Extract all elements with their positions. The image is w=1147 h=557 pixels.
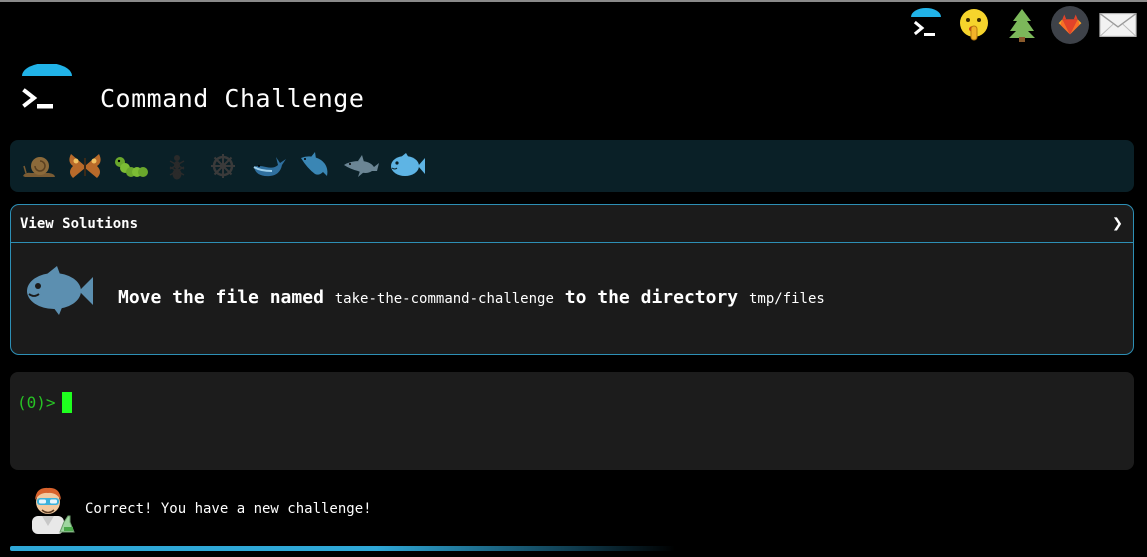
tree-icon[interactable] bbox=[1003, 6, 1041, 44]
level-wheel-icon[interactable] bbox=[202, 145, 244, 187]
logo-icon bbox=[18, 63, 76, 122]
progress-bar bbox=[10, 546, 675, 551]
view-solutions-label: View Solutions bbox=[20, 215, 139, 232]
level-snail-icon[interactable] bbox=[18, 145, 60, 187]
page-title: Command Challenge bbox=[100, 84, 365, 113]
top-border bbox=[0, 0, 1147, 2]
terminal-icon[interactable] bbox=[907, 6, 945, 44]
level-caterpillar-icon[interactable] bbox=[110, 145, 152, 187]
level-dolphin-icon[interactable] bbox=[340, 145, 382, 187]
level-butterfly-icon[interactable] bbox=[64, 145, 106, 187]
chevron-right-icon[interactable]: ❯ bbox=[1112, 213, 1123, 234]
challenge-body: Move the file named take-the-command-cha… bbox=[11, 243, 1133, 353]
terminal-input[interactable]: (0)> bbox=[10, 372, 1134, 470]
level-fish-icon[interactable] bbox=[386, 145, 428, 187]
task-prefix: Move the file named bbox=[118, 287, 324, 308]
fish-icon bbox=[23, 263, 95, 319]
challenge-task: Move the file named take-the-command-cha… bbox=[118, 287, 825, 308]
level-bar bbox=[10, 140, 1134, 192]
level-ant-icon[interactable] bbox=[156, 145, 198, 187]
prompt-text: (0)> bbox=[17, 393, 56, 412]
mail-icon[interactable] bbox=[1099, 6, 1137, 44]
level-whale-icon[interactable] bbox=[248, 145, 290, 187]
terminal-cursor bbox=[61, 392, 72, 413]
level-shark-icon[interactable] bbox=[294, 145, 336, 187]
task-filename: take-the-command-challenge bbox=[334, 291, 554, 307]
shushing-face-icon[interactable] bbox=[955, 6, 993, 44]
view-solutions-toggle[interactable]: View Solutions ❯ bbox=[11, 205, 1133, 243]
gitlab-icon[interactable] bbox=[1051, 6, 1089, 44]
top-icon-bar bbox=[907, 6, 1137, 44]
task-directory: tmp/files bbox=[748, 291, 825, 307]
status-message: Correct! You have a new challenge! bbox=[85, 501, 372, 517]
terminal-prompt: (0)> bbox=[17, 392, 72, 413]
challenge-panel: View Solutions ❯ Move the file named tak… bbox=[10, 204, 1134, 355]
task-middle: to the directory bbox=[564, 287, 739, 308]
scientist-avatar-icon bbox=[24, 482, 76, 534]
